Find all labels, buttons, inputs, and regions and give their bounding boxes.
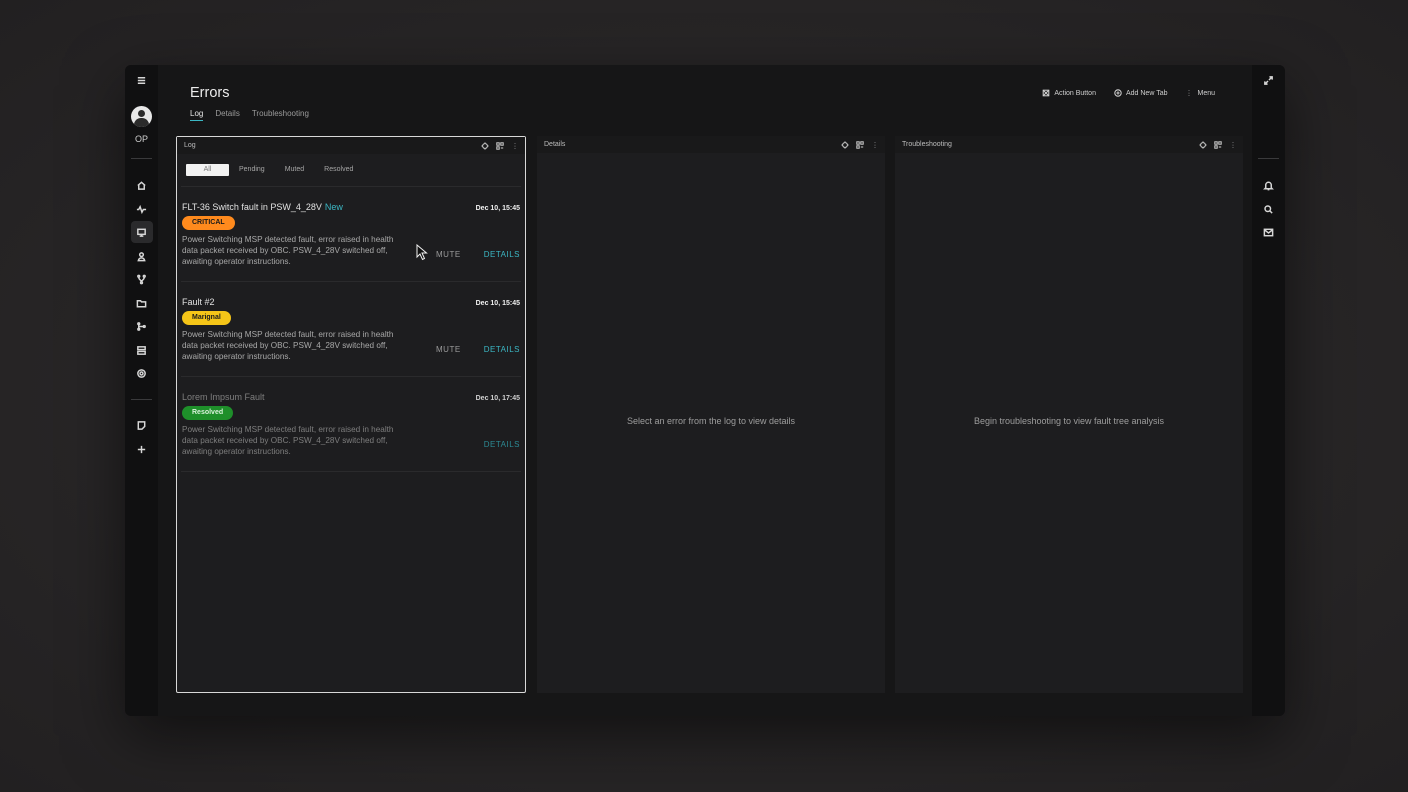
troubleshooting-panel-title: Troubleshooting [902, 141, 952, 148]
mute-button[interactable]: MUTE [436, 250, 461, 259]
pulse-icon[interactable] [131, 198, 153, 220]
kebab-icon[interactable] [871, 141, 879, 149]
server-icon[interactable] [131, 339, 153, 361]
home-icon[interactable] [131, 174, 153, 196]
details-panel: Details Select an error from the log to … [537, 136, 885, 693]
new-label: New [324, 202, 343, 212]
settings-icon[interactable] [131, 362, 153, 384]
crosshair-icon[interactable] [1199, 140, 1207, 149]
entry-date: Dec 10, 17:45 [475, 395, 520, 402]
troubleshooting-panel: Troubleshooting Begin troubleshooting to… [895, 136, 1243, 693]
entry-title: Fault #2 [182, 297, 215, 307]
details-button[interactable]: DETAILS [484, 345, 520, 354]
entry-title: Lorem Impsum Fault [182, 392, 265, 402]
log-panel-title: Log [184, 142, 196, 149]
filter-resolved[interactable]: Resolved [314, 164, 363, 176]
details-panel-title: Details [544, 141, 566, 148]
nav-divider [1258, 158, 1279, 159]
search-icon[interactable] [1258, 198, 1280, 220]
filter-muted[interactable]: Muted [275, 164, 314, 176]
monitor-icon[interactable] [130, 221, 153, 243]
filter-bar: All Pending Muted Resolved [186, 164, 525, 176]
layout-icon[interactable] [496, 141, 504, 150]
user-badge-icon[interactable] [131, 245, 153, 267]
layout-icon[interactable] [1214, 140, 1222, 149]
action-button[interactable]: Action Button [1042, 89, 1096, 97]
app-window: OP Errors Log Details Troubleshooting Ac… [125, 65, 1285, 716]
avatar[interactable] [131, 106, 152, 127]
right-navbar [1252, 65, 1285, 716]
status-badge: Resolved [182, 406, 234, 420]
list-item[interactable]: Lorem Impsum Fault Dec 10, 17:45 Resolve… [181, 377, 521, 472]
nav-divider [131, 399, 152, 400]
action-button-label: Action Button [1054, 89, 1096, 97]
mute-button[interactable]: MUTE [436, 345, 461, 354]
details-button[interactable]: DETAILS [484, 250, 520, 259]
fork-icon[interactable] [131, 268, 153, 290]
entry-title: FLT-36 Switch fault in PSW_4_28V New [182, 202, 343, 212]
troubleshooting-empty-message: Begin troubleshooting to view fault tree… [973, 416, 1165, 426]
kebab-icon [1188, 90, 1191, 96]
add-new-tab-label: Add New Tab [1125, 89, 1168, 97]
status-badge: CRITICAL [182, 216, 235, 230]
kebab-icon[interactable] [1229, 141, 1237, 149]
menu-icon[interactable] [131, 69, 153, 91]
plus-icon[interactable] [131, 438, 153, 460]
entry-description: Power Switching MSP detected fault, erro… [182, 330, 394, 361]
filter-all[interactable]: All [186, 164, 229, 176]
crosshair-icon[interactable] [481, 141, 489, 150]
log-panel: Log All Pending Muted Resolved FLT-36 Sw… [176, 136, 526, 693]
list-item[interactable]: FLT-36 Switch fault in PSW_4_28V New Dec … [181, 187, 521, 282]
tab-bar: Log Details Troubleshooting [190, 109, 309, 121]
target-icon [1043, 89, 1050, 97]
troubleshooting-panel-header: Troubleshooting [895, 136, 1243, 153]
entry-description: Power Switching MSP detected fault, erro… [182, 425, 394, 456]
details-empty-message: Select an error from the log to view det… [626, 416, 796, 426]
entry-date: Dec 10, 15:45 [475, 205, 520, 212]
add-new-tab-button[interactable]: Add New Tab [1114, 89, 1168, 97]
top-actions: Action Button Add New Tab Menu [1042, 89, 1215, 97]
menu-label: Menu [1197, 89, 1215, 97]
details-button[interactable]: DETAILS [484, 440, 520, 449]
mail-icon[interactable] [1258, 221, 1280, 243]
kebab-icon[interactable] [511, 142, 519, 150]
bell-icon[interactable] [1258, 174, 1280, 196]
tab-details[interactable]: Details [215, 109, 239, 121]
log-panel-header: Log [177, 137, 525, 154]
details-panel-header: Details [537, 136, 885, 153]
user-initials: OP [134, 134, 148, 144]
list-item[interactable]: Fault #2 Dec 10, 15:45 Marignal Power Sw… [181, 282, 521, 377]
crosshair-icon[interactable] [841, 140, 849, 149]
entry-date: Dec 10, 15:45 [475, 300, 520, 307]
menu-button[interactable]: Menu [1185, 89, 1215, 97]
mouse-cursor-icon [416, 244, 428, 261]
tab-log[interactable]: Log [190, 109, 204, 121]
tab-troubleshooting[interactable]: Troubleshooting [252, 109, 309, 121]
left-navbar: OP [125, 65, 158, 716]
nav-divider [131, 158, 152, 159]
note-icon[interactable] [131, 414, 153, 436]
branch-icon[interactable] [131, 315, 153, 337]
plus-circle-icon [1114, 89, 1122, 97]
expand-icon[interactable] [1258, 69, 1280, 91]
entry-description: Power Switching MSP detected fault, erro… [182, 235, 394, 266]
page-title: Errors [190, 85, 230, 101]
layout-icon[interactable] [856, 140, 864, 149]
folder-icon[interactable] [131, 292, 153, 314]
filter-pending[interactable]: Pending [229, 164, 275, 176]
status-badge: Marignal [182, 311, 231, 325]
